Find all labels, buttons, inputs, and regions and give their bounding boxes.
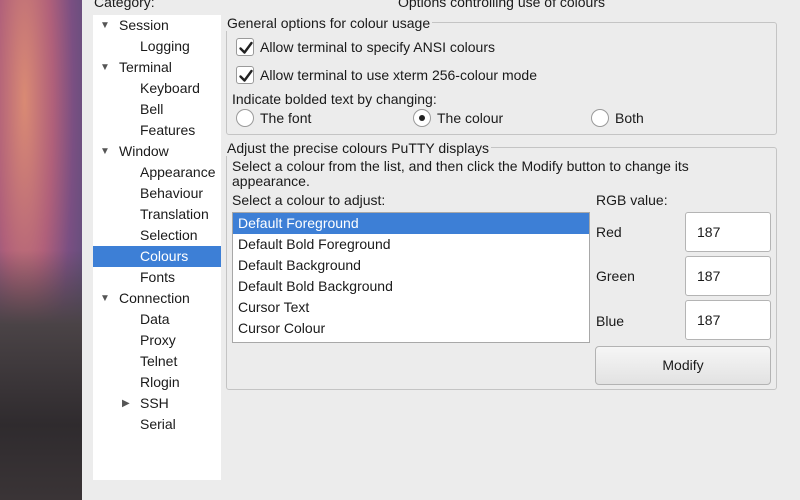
tree-item-label: Keyboard xyxy=(140,80,200,96)
tree-item-label: Appearance xyxy=(140,164,216,180)
collapse-arrow-icon[interactable]: ▼ xyxy=(100,141,110,162)
modify-button[interactable]: Modify xyxy=(595,346,771,385)
ansi-colours-checkbox[interactable]: Allow terminal to specify ANSI colours xyxy=(236,37,596,57)
tree-item-label: Logging xyxy=(140,38,190,54)
tree-item-bell[interactable]: Bell xyxy=(93,99,221,120)
tree-item-label: Data xyxy=(140,311,170,327)
tree-item-selection[interactable]: Selection xyxy=(93,225,221,246)
checkmark-icon xyxy=(239,69,253,82)
xterm-256-checkbox[interactable]: Allow terminal to use xterm 256-colour m… xyxy=(236,65,616,85)
tree-item-label: Serial xyxy=(140,416,176,432)
tree-item-label: Colours xyxy=(140,248,189,264)
tree-item-label: Behaviour xyxy=(140,185,204,201)
tree-item-label: Translation xyxy=(140,206,209,222)
colour-listbox[interactable]: Default Foreground Default Bold Foregroun… xyxy=(232,212,590,343)
tree-item-label: Rlogin xyxy=(140,374,180,390)
tree-item-data[interactable]: Data xyxy=(93,309,221,330)
xterm-256-label: Allow terminal to use xterm 256-colour m… xyxy=(260,67,538,83)
tree-item-window[interactable]: ▼ Window xyxy=(93,141,221,162)
general-options-title: General options for colour usage xyxy=(225,15,433,31)
radio-both-label: Both xyxy=(615,110,644,126)
tree-item-behaviour[interactable]: Behaviour xyxy=(93,183,221,204)
tree-item-label: Features xyxy=(140,122,196,138)
radio-the-colour[interactable] xyxy=(413,109,431,127)
desktop-wallpaper xyxy=(0,0,82,500)
collapse-arrow-icon[interactable]: ▼ xyxy=(100,288,110,309)
tree-item-proxy[interactable]: Proxy xyxy=(93,330,221,351)
blue-label: Blue xyxy=(596,313,625,329)
bold-text-label: Indicate bolded text by changing: xyxy=(232,91,437,107)
colour-list-item[interactable]: Default Background xyxy=(233,255,589,276)
adjust-description: Select a colour from the list, and then … xyxy=(232,158,689,189)
tree-item-label: Bell xyxy=(140,101,164,117)
tree-item-appearance[interactable]: Appearance xyxy=(93,162,221,183)
red-value-field[interactable]: 187 xyxy=(685,212,771,252)
radio-the-font[interactable] xyxy=(236,109,254,127)
panel-title: Options controlling use of colours xyxy=(398,0,605,10)
tree-item-terminal[interactable]: ▼ Terminal xyxy=(93,57,221,78)
tree-item-ssh[interactable]: ▶ SSH xyxy=(93,393,221,414)
tree-item-label: Fonts xyxy=(140,269,176,285)
tree-item-label: Proxy xyxy=(140,332,176,348)
category-tree[interactable]: ▼ Session Logging ▼ Terminal Keyboard Bell Feat… xyxy=(93,15,221,480)
tree-item-keyboard[interactable]: Keyboard xyxy=(93,78,221,99)
radio-the-colour-label: The colour xyxy=(437,110,504,126)
category-label: Category: xyxy=(94,0,155,10)
radio-dot xyxy=(419,115,425,121)
tree-item-fonts[interactable]: Fonts xyxy=(93,267,221,288)
colour-list-label: Select a colour to adjust: xyxy=(232,192,386,208)
tree-item-serial[interactable]: Serial xyxy=(93,414,221,435)
tree-item-label: Telnet xyxy=(140,353,178,369)
tree-item-translation[interactable]: Translation xyxy=(93,204,221,225)
tree-item-rlogin[interactable]: Rlogin xyxy=(93,372,221,393)
colour-list-item[interactable]: Default Bold Foreground xyxy=(233,234,589,255)
adjust-colours-title: Adjust the precise colours PuTTY display… xyxy=(225,140,491,156)
green-value-field[interactable]: 187 xyxy=(685,256,771,296)
blue-value-field[interactable]: 187 xyxy=(685,300,771,340)
expand-arrow-icon[interactable]: ▶ xyxy=(122,393,130,414)
colour-list-item[interactable]: Default Bold Background xyxy=(233,276,589,297)
tree-item-colours[interactable]: Colours xyxy=(93,246,221,267)
tree-item-features[interactable]: Features xyxy=(93,120,221,141)
tree-item-connection[interactable]: ▼ Connection xyxy=(93,288,221,309)
colour-list-item[interactable]: Cursor Colour xyxy=(233,318,589,339)
ansi-checkbox-box[interactable] xyxy=(236,38,254,56)
radio-both[interactable] xyxy=(591,109,609,127)
putty-configuration-window: Category: Options controlling use of col… xyxy=(82,0,800,500)
collapse-arrow-icon[interactable]: ▼ xyxy=(100,15,110,36)
red-label: Red xyxy=(596,224,622,240)
collapse-arrow-icon[interactable]: ▼ xyxy=(100,57,110,78)
tree-item-session[interactable]: ▼ Session xyxy=(93,15,221,36)
tree-item-label: Selection xyxy=(140,227,198,243)
colour-list-item[interactable]: Cursor Text xyxy=(233,297,589,318)
tree-item-label: Connection xyxy=(119,290,190,306)
tree-item-label: SSH xyxy=(140,395,169,411)
tree-item-label: Terminal xyxy=(119,59,172,75)
rgb-value-label: RGB value: xyxy=(596,192,668,208)
green-label: Green xyxy=(596,268,635,284)
tree-item-label: Session xyxy=(119,17,169,33)
tree-item-label: Window xyxy=(119,143,169,159)
checkmark-icon xyxy=(239,41,253,54)
ansi-colours-label: Allow terminal to specify ANSI colours xyxy=(260,39,495,55)
radio-the-font-label: The font xyxy=(260,110,312,126)
xterm-checkbox-box[interactable] xyxy=(236,66,254,84)
tree-item-telnet[interactable]: Telnet xyxy=(93,351,221,372)
tree-item-logging[interactable]: Logging xyxy=(93,36,221,57)
colour-list-item[interactable]: Default Foreground xyxy=(233,213,589,234)
